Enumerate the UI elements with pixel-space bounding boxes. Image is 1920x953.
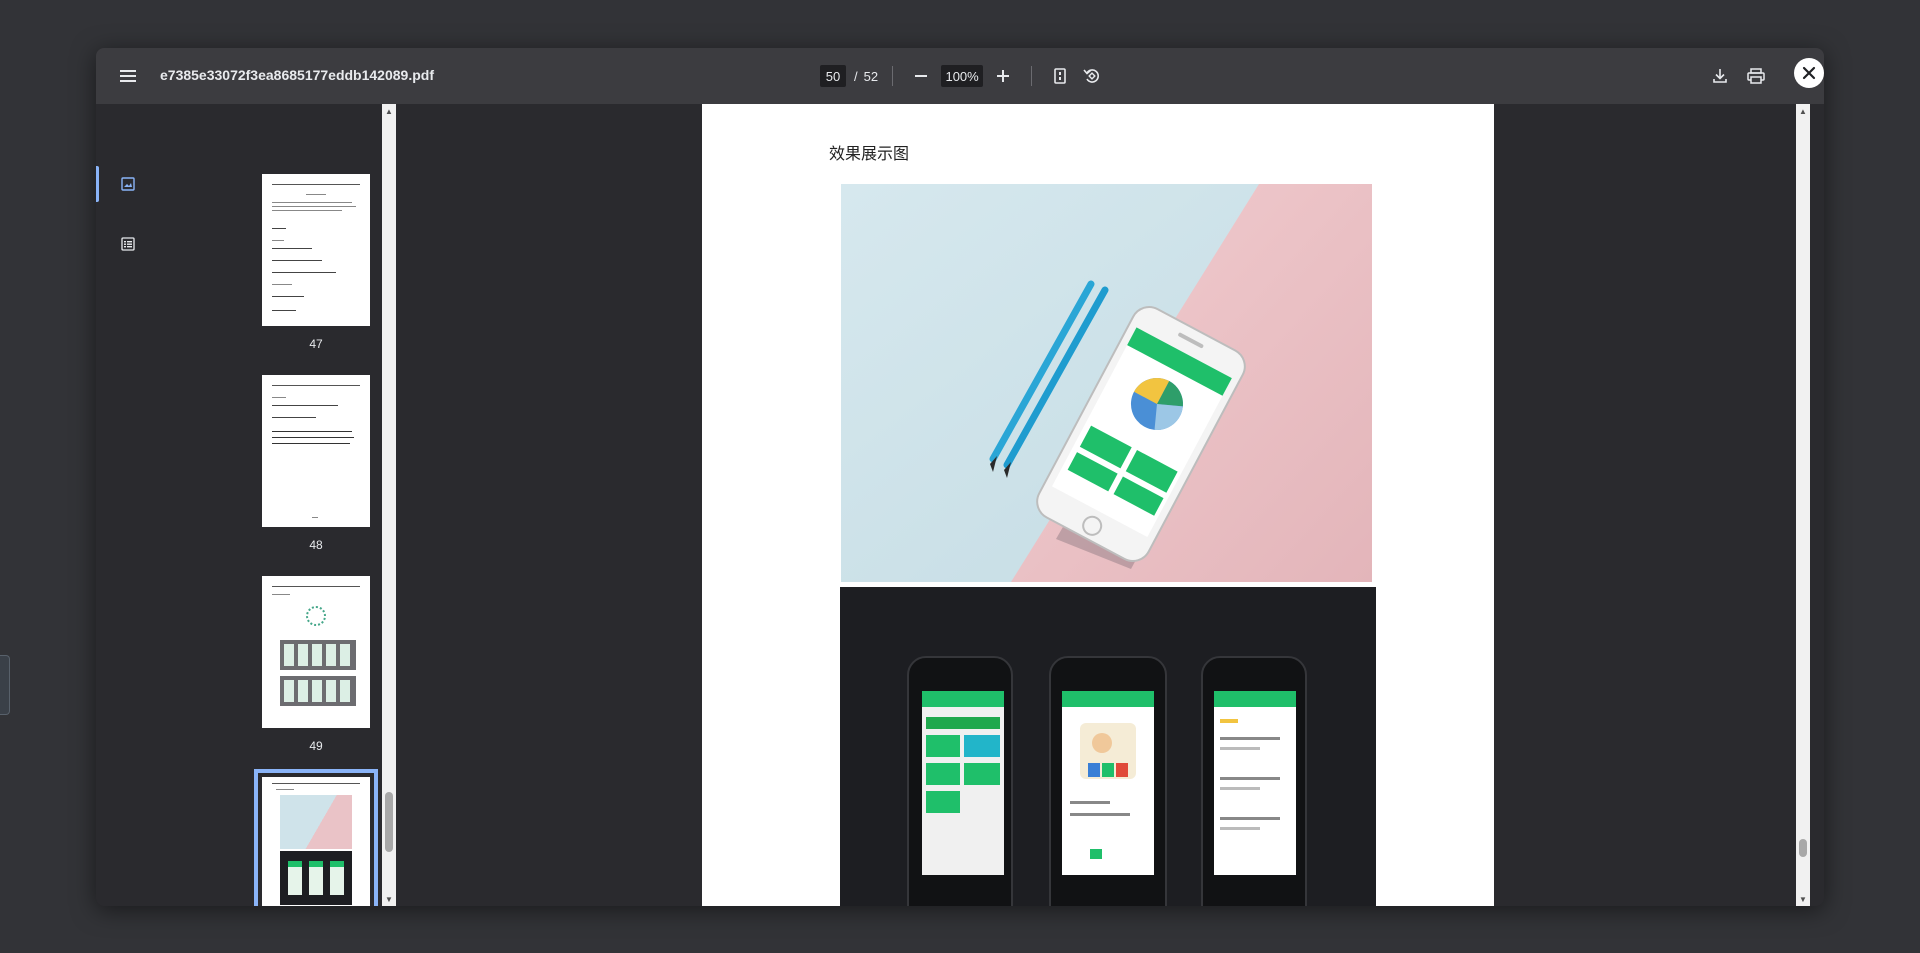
thumbnail-label-48: 48: [309, 538, 323, 552]
side-panel-handle[interactable]: [0, 655, 10, 715]
phone-pencils-illustration: [841, 184, 1372, 582]
thumbnail-scrollbar-thumb[interactable]: [385, 792, 393, 852]
document-scrollbar[interactable]: ▲ ▼: [1796, 104, 1810, 906]
thumbnail-page-47[interactable]: [262, 174, 370, 326]
pdf-viewer: e7385e33072f3ea8685177eddb142089.pdf / 5…: [96, 48, 1824, 906]
outline-tab[interactable]: [114, 230, 142, 258]
doc-scroll-up-arrow[interactable]: ▲: [1796, 104, 1810, 118]
phone-mockup-image: [841, 184, 1372, 582]
scroll-down-arrow[interactable]: ▼: [382, 892, 396, 906]
close-icon: [1802, 66, 1816, 80]
page-zoom-controls: / 52: [820, 60, 1106, 92]
scroll-up-arrow[interactable]: ▲: [382, 104, 396, 118]
print-button[interactable]: [1742, 62, 1770, 90]
image-icon: [121, 177, 135, 191]
plus-icon: [997, 70, 1010, 82]
thumbnail-scrollbar[interactable]: ▲ ▼: [382, 104, 396, 906]
thumbnail-page-50[interactable]: [254, 769, 378, 906]
thumbnail-label-47: 47: [309, 337, 323, 351]
toolbar-divider: [1031, 66, 1033, 86]
page-separator: /: [854, 68, 858, 84]
rotate-button[interactable]: [1078, 62, 1106, 90]
active-indicator: [96, 166, 99, 202]
doc-scroll-down-arrow[interactable]: ▼: [1796, 892, 1810, 906]
thumbnails-tab[interactable]: [114, 170, 142, 198]
sidebar-rail: [96, 104, 160, 906]
pdf-page: 效果展示图: [702, 104, 1494, 906]
download-icon: [1713, 69, 1727, 83]
toolbar-divider: [892, 66, 894, 86]
menu-button[interactable]: [116, 64, 140, 88]
zoom-in-button[interactable]: [989, 62, 1017, 90]
zoom-input[interactable]: [941, 65, 984, 87]
list-icon: [121, 237, 135, 251]
three-phones-illustration: [840, 587, 1376, 906]
fit-page-icon: [1054, 68, 1066, 84]
menu-icon: [120, 70, 136, 82]
close-button[interactable]: [1794, 58, 1824, 88]
document-scrollbar-thumb[interactable]: [1799, 839, 1807, 857]
toolbar: e7385e33072f3ea8685177eddb142089.pdf / 5…: [96, 48, 1824, 104]
thumbnail-page-48[interactable]: [262, 375, 370, 527]
print-icon: [1747, 68, 1765, 84]
document-view: 效果展示图: [396, 104, 1810, 906]
rotate-icon: [1083, 69, 1100, 83]
page-number-input[interactable]: [820, 65, 846, 87]
minus-icon: [915, 75, 928, 77]
zoom-out-button[interactable]: [907, 62, 935, 90]
download-button[interactable]: [1706, 62, 1734, 90]
document-title: e7385e33072f3ea8685177eddb142089.pdf: [160, 67, 434, 83]
fit-page-button[interactable]: [1046, 62, 1074, 90]
thumbnail-page-49[interactable]: [262, 576, 370, 728]
page-total: 52: [863, 68, 879, 84]
thumbnail-label-49: 49: [309, 739, 323, 753]
three-phones-mockup-image: [840, 587, 1376, 906]
page-heading: 效果展示图: [829, 144, 910, 163]
